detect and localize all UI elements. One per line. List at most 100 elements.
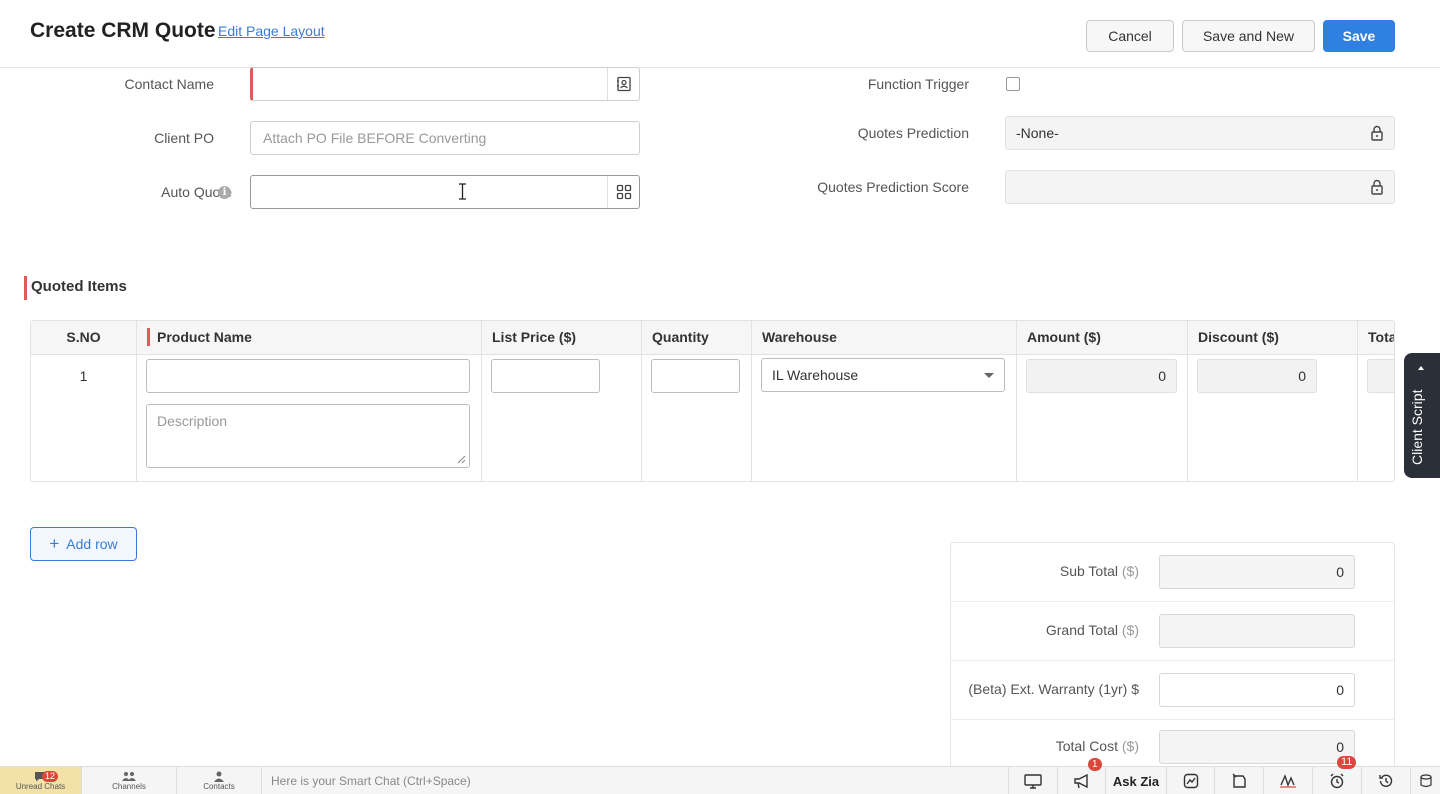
column-divider: [1016, 355, 1017, 481]
history-icon: [1379, 774, 1393, 787]
total-field: [1367, 359, 1394, 393]
quotes-prediction-score-field: [1005, 170, 1395, 204]
quotes-prediction-label: Quotes Prediction: [857, 125, 969, 141]
client-po-input[interactable]: Attach PO File BEFORE Converting: [250, 121, 640, 155]
ext-warranty-row: (Beta) Ext. Warranty (1yr) $ 0: [951, 661, 1394, 720]
lock-icon: [1371, 125, 1383, 141]
product-name-input[interactable]: [146, 359, 470, 393]
client-script-tab[interactable]: Client Script: [1404, 353, 1440, 478]
chevron-down-icon: [984, 373, 994, 378]
note-icon: [1232, 773, 1246, 788]
save-and-new-button[interactable]: Save and New: [1182, 20, 1315, 52]
column-amount: Amount ($): [1016, 321, 1187, 355]
unread-count-badge: 12: [42, 771, 59, 782]
page-title: Create CRM Quote: [30, 19, 216, 42]
client-script-label: Client Script: [1409, 389, 1425, 465]
ext-warranty-input[interactable]: 0: [1159, 673, 1355, 707]
ext-warranty-label-text: (Beta) Ext. Warranty (1yr) $: [968, 681, 1139, 697]
quotes-prediction-field: -None-: [1005, 116, 1395, 150]
resize-handle-icon[interactable]: [457, 455, 466, 464]
quoted-items-table: S.NO Product Name List Price ($) Quantit…: [30, 320, 1395, 482]
unread-chats-label: Unread Chats: [15, 782, 66, 791]
row-sno: 1: [79, 368, 88, 384]
channels-label: Channels: [112, 782, 146, 791]
text-cursor-icon: [459, 183, 466, 200]
grand-total-label: Grand Total ($): [1046, 622, 1139, 638]
auto-quote-field[interactable]: [250, 175, 640, 209]
analytics-icon: [1183, 773, 1198, 789]
total-cost-label-text: Total Cost: [1055, 738, 1118, 754]
contact-lookup-icon[interactable]: [607, 68, 639, 100]
quantity-input[interactable]: [651, 359, 740, 393]
currency-label: ($): [1121, 622, 1139, 638]
warehouse-select[interactable]: IL Warehouse: [761, 358, 1005, 392]
function-trigger-checkbox[interactable]: [1006, 77, 1020, 91]
save-button[interactable]: Save: [1323, 20, 1395, 52]
ask-zia-label: Ask Zia: [1112, 773, 1160, 789]
list-price-input[interactable]: [491, 359, 600, 393]
function-trigger-label: Function Trigger: [867, 76, 969, 92]
database-icon: [1419, 774, 1432, 788]
quotes-prediction-score-label: Quotes Prediction Score: [817, 179, 969, 195]
history-button[interactable]: [1361, 767, 1410, 794]
column-warehouse: Warehouse: [751, 321, 1016, 355]
column-divider: [136, 355, 137, 481]
tasks-button[interactable]: [1214, 767, 1263, 794]
add-row-button[interactable]: + Add row: [30, 527, 137, 561]
channels-icon: [122, 772, 136, 781]
more-button[interactable]: [1410, 767, 1440, 794]
channels-button[interactable]: Channels: [82, 767, 177, 794]
discount-field[interactable]: 0: [1197, 359, 1317, 393]
edit-page-layout-link[interactable]: Edit Page Layout: [218, 23, 325, 39]
caret-up-icon: [1418, 366, 1424, 370]
monitor-icon: [1024, 773, 1042, 789]
column-product-name-label: Product Name: [157, 329, 252, 345]
cancel-button[interactable]: Cancel: [1086, 20, 1174, 52]
column-list-price: List Price ($): [481, 321, 641, 355]
description-placeholder: Description: [157, 413, 228, 429]
currency-label: ($): [1121, 563, 1139, 579]
contacts-button[interactable]: Contacts: [177, 767, 262, 794]
column-product-name: Product Name: [136, 321, 481, 355]
totals-panel: Sub Total ($) 0 Grand Total ($) (Beta) E…: [950, 542, 1395, 766]
grid-lookup-icon[interactable]: [607, 176, 639, 208]
info-icon[interactable]: i: [218, 186, 231, 199]
signature-icon: [1280, 774, 1296, 788]
column-total: Tota: [1357, 321, 1394, 355]
contact-name-field[interactable]: [250, 67, 640, 101]
announcements-button[interactable]: 1: [1057, 758, 1105, 794]
column-divider: [481, 355, 482, 481]
sub-total-label: Sub Total ($): [1060, 563, 1139, 579]
column-divider: [751, 355, 752, 481]
description-textarea[interactable]: Description: [146, 404, 470, 468]
grand-total-row: Grand Total ($): [951, 602, 1394, 661]
ask-zia-button[interactable]: Ask Zia: [1105, 767, 1166, 794]
page-header: Create CRM Quote Edit Page Layout Cancel…: [0, 0, 1440, 68]
total-cost-label: Total Cost ($): [1056, 738, 1139, 754]
table-header: S.NO Product Name List Price ($) Quantit…: [31, 321, 1394, 355]
total-cost-field: 0: [1159, 730, 1355, 764]
sub-total-row: Sub Total ($) 0: [951, 543, 1394, 602]
smart-chat-input[interactable]: Here is your Smart Chat (Ctrl+Space): [271, 774, 471, 788]
reminders-button[interactable]: 11: [1312, 756, 1361, 794]
signature-button[interactable]: [1263, 767, 1312, 794]
lock-icon: [1371, 179, 1383, 195]
grand-total-label-text: Grand Total: [1045, 622, 1118, 638]
currency-label: ($): [1121, 738, 1139, 754]
column-quantity: Quantity: [641, 321, 751, 355]
grand-total-field: [1159, 614, 1355, 648]
column-sno: S.NO: [66, 329, 101, 345]
warehouse-value: IL Warehouse: [772, 367, 859, 383]
column-divider: [641, 355, 642, 481]
unread-chats-button[interactable]: Unread Chats 12: [0, 767, 82, 794]
quoted-items-title: Quoted Items: [24, 276, 127, 300]
screen-share-button[interactable]: [1008, 767, 1057, 794]
column-divider: [1187, 355, 1188, 481]
client-po-placeholder: Attach PO File BEFORE Converting: [263, 130, 487, 146]
alarm-badge: 11: [1337, 756, 1357, 769]
client-po-label: Client PO: [154, 130, 214, 146]
add-row-label: Add row: [66, 536, 118, 552]
analytics-button[interactable]: [1166, 767, 1214, 794]
sub-total-label-text: Sub Total: [1059, 563, 1118, 579]
megaphone-icon: [1073, 773, 1088, 788]
